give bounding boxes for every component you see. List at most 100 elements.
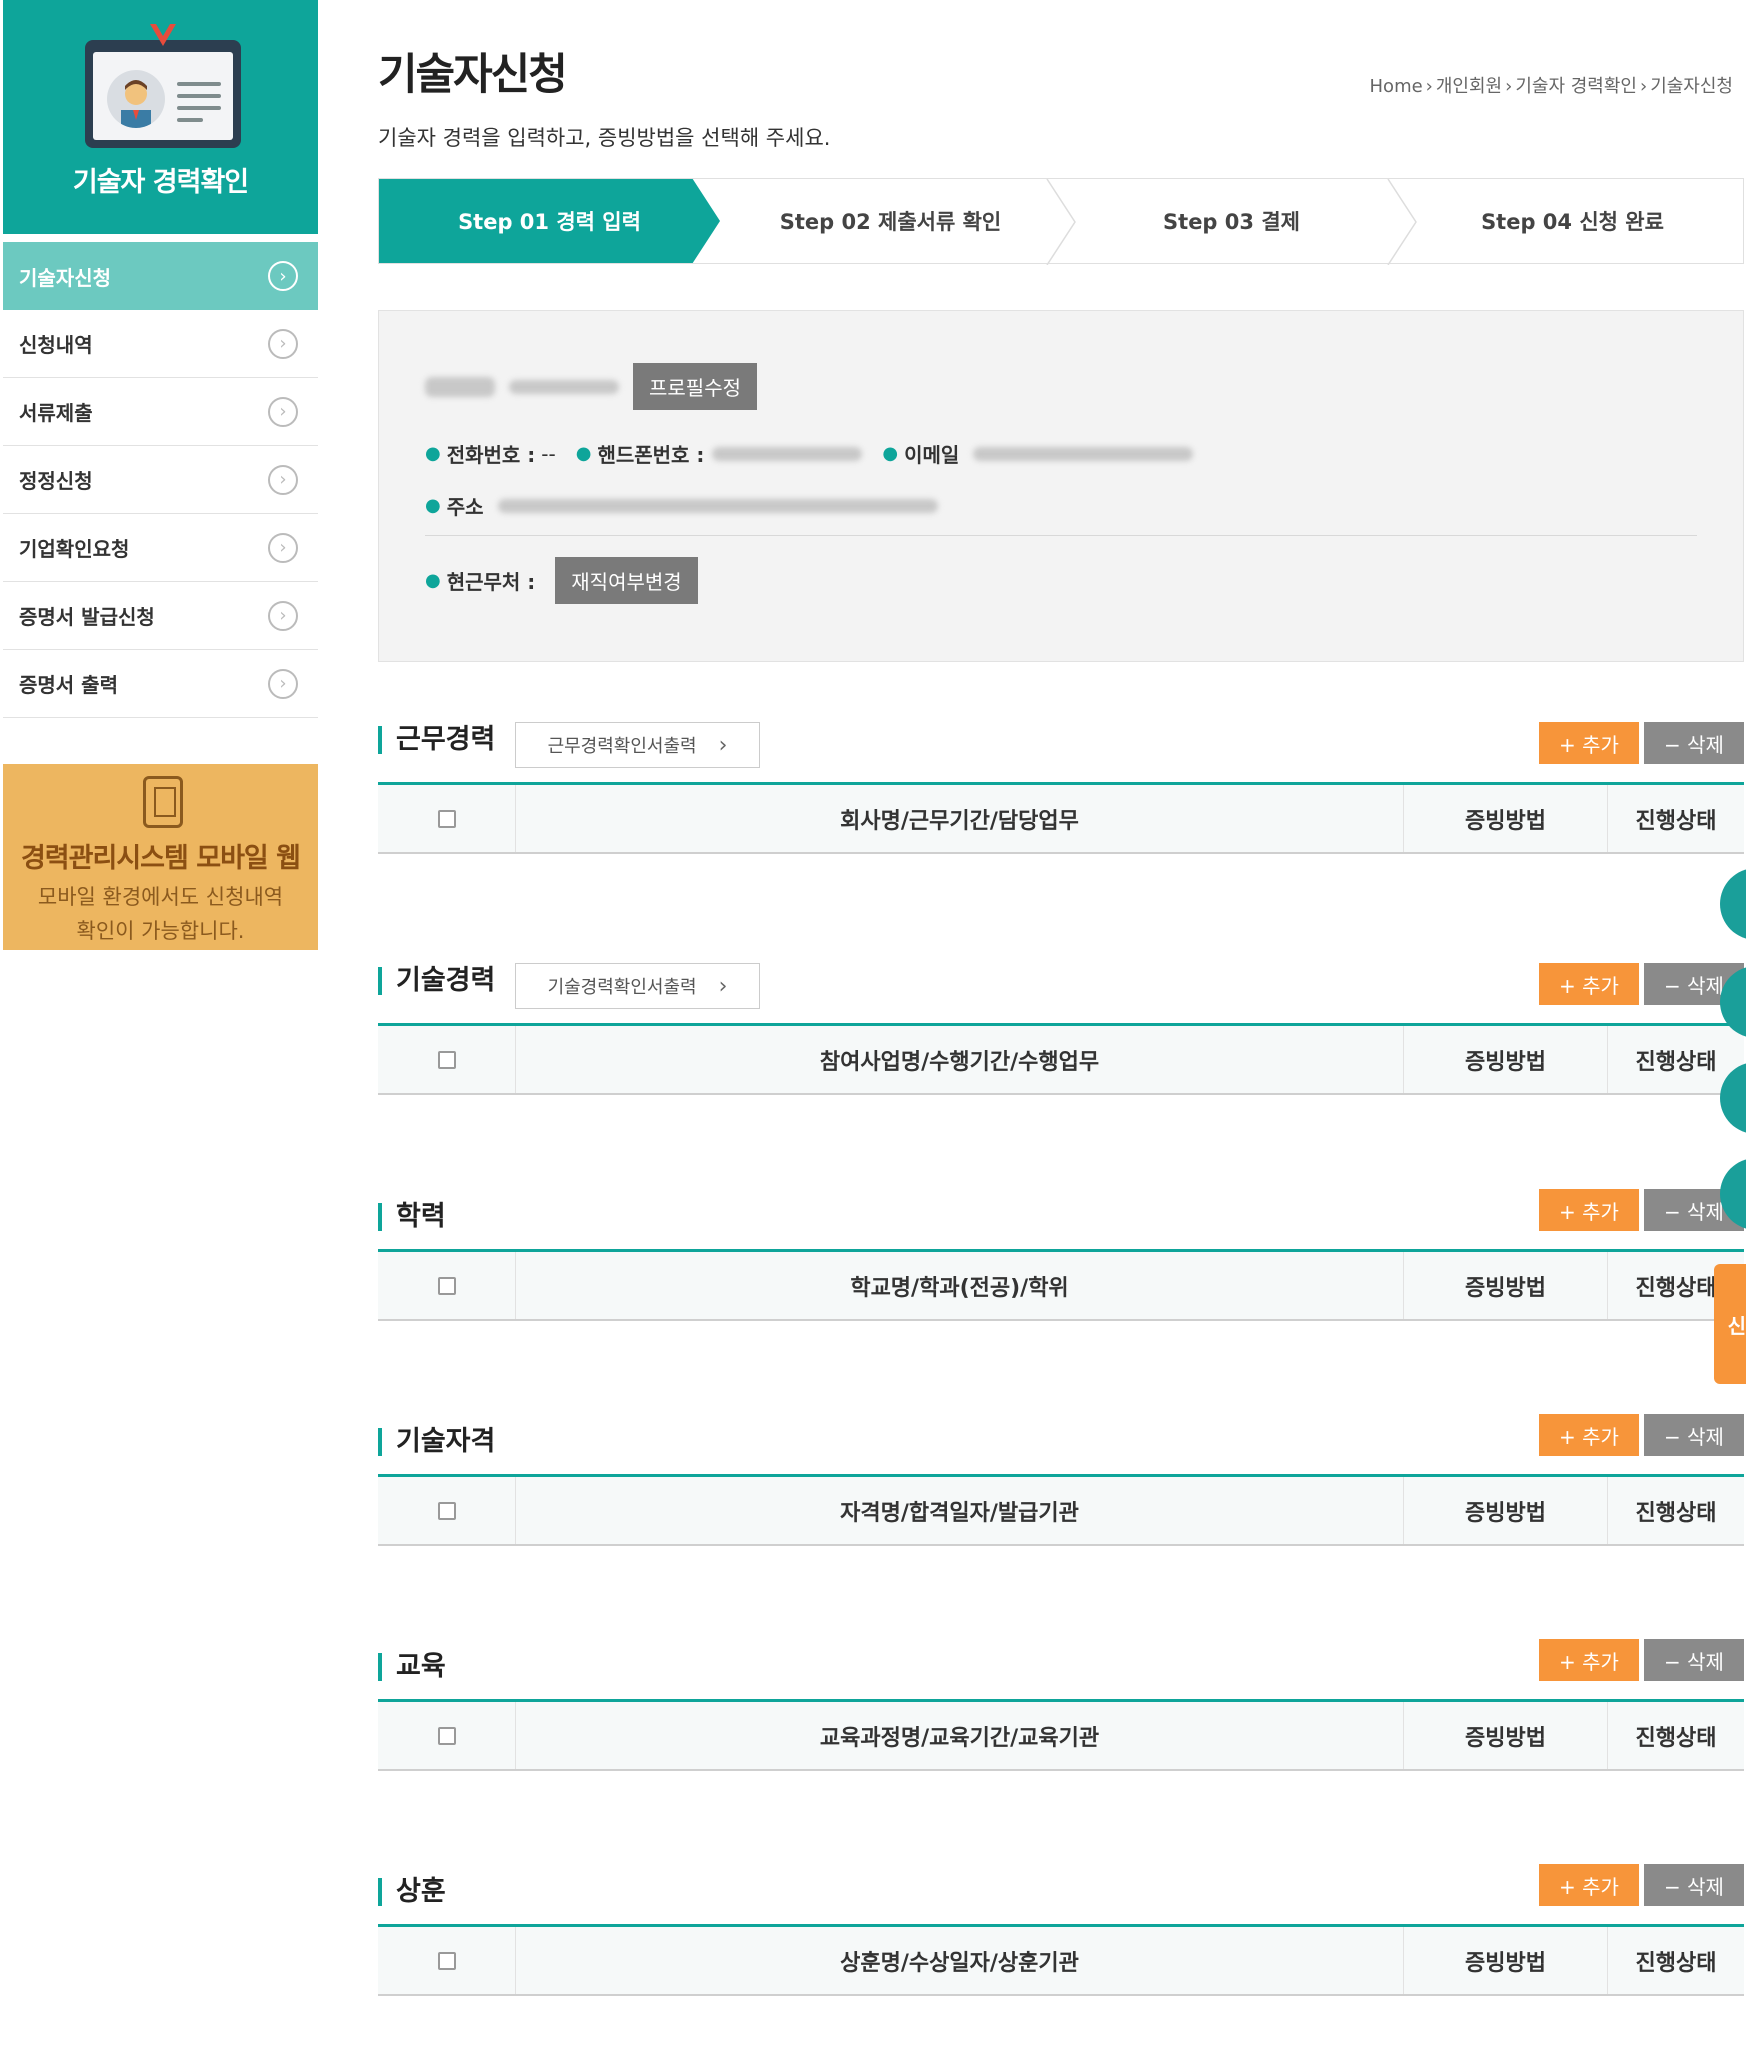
page-title: 기술자신청 xyxy=(378,50,568,100)
workplace-row: ● 현근무처 : 재직여부변경 xyxy=(425,557,698,604)
delete-button[interactable]: − 삭제 xyxy=(1644,722,1744,764)
select-all-checkbox[interactable] xyxy=(437,1726,456,1745)
profile-box: 프로필수정 ● 전화번호 : -- ● 핸드폰번호 : ● 이메일 ● 주소 ●… xyxy=(378,310,1744,662)
banner-line-2: 확인이 가능합니다. xyxy=(76,919,245,943)
add-button[interactable]: + 추가 xyxy=(1539,1189,1639,1231)
column-header: 교육과정명/교육기간/교육기관 xyxy=(516,1702,1404,1769)
chevron-right-icon: › xyxy=(268,261,298,291)
step-4: Step 04 신청 완료 xyxy=(1402,179,1743,263)
sidebar-item-technician-apply[interactable]: 기술자신청 › xyxy=(3,242,318,310)
step-label: Step 04 신청 완료 xyxy=(1481,210,1664,234)
column-header-status: 진행상태 xyxy=(1635,1950,1717,1976)
sidebar-item-application-history[interactable]: 신청내역 › xyxy=(3,310,318,378)
step-2: Step 02 제출서류 확인 xyxy=(720,179,1076,265)
column-header: 자격명/합격일자/발급기관 xyxy=(516,1477,1404,1544)
button-label: 근무경력확인서출력 xyxy=(547,736,697,757)
table-header: 교육과정명/교육기간/교육기관 증빙방법 진행상태 xyxy=(378,1699,1744,1771)
sidebar-menu: 기술자신청 › 신청내역 › 서류제출 › 정정신청 › 기업확인요청 › 증명… xyxy=(3,242,318,718)
column-header-proof: 증빙방법 xyxy=(1404,1026,1608,1093)
bullet-icon: ● xyxy=(425,443,441,464)
section-title: 상훈 xyxy=(378,1878,446,1906)
sidebar-item-company-verify[interactable]: 기업확인요청 › xyxy=(3,514,318,582)
select-all-checkbox[interactable] xyxy=(437,1951,456,1970)
section-title: 근무경력 xyxy=(378,726,495,754)
column-header-proof: 증빙방법 xyxy=(1404,785,1608,852)
column-header: 학교명/학과(전공)/학위 xyxy=(516,1252,1404,1319)
column-header-proof: 증빙방법 xyxy=(1404,1702,1608,1769)
section-title: 기술경력 xyxy=(378,967,495,995)
profile-edit-button[interactable]: 프로필수정 xyxy=(633,363,757,410)
mobile-web-banner[interactable]: 경력관리시스템 모바일 웹 모바일 환경에서도 신청내역 확인이 가능합니다. xyxy=(3,764,318,950)
quick-menu-button[interactable] xyxy=(1720,868,1746,940)
sidebar-item-certificate-print[interactable]: 증명서 출력 › xyxy=(3,650,318,718)
section-title: 기술자격 xyxy=(378,1428,495,1456)
section-education: 학력 + 추가 − 삭제 학교명/학과(전공)/학위 증빙방법 진행상태 xyxy=(378,1189,1744,1321)
banner-title: 경력관리시스템 모바일 웹 xyxy=(20,843,301,874)
floating-apply-tab[interactable]: 신 xyxy=(1714,1264,1746,1384)
table-header: 학교명/학과(전공)/학위 증빙방법 진행상태 xyxy=(378,1249,1744,1321)
breadcrumb: Home › 개인회원 › 기술자 경력확인 › 기술자신청 xyxy=(1369,76,1733,97)
sidebar-item-label: 정정신청 xyxy=(19,469,93,493)
section-tech-experience: 기술경력 기술경력확인서출력 › + 추가 − 삭제 참여사업명/수행기간/수행업… xyxy=(378,963,1744,1095)
breadcrumb-home[interactable]: Home xyxy=(1370,76,1423,97)
employment-change-button[interactable]: 재직여부변경 xyxy=(555,557,698,604)
sidebar: 기술자 경력확인 기술자신청 › 신청내역 › 서류제출 › 정정신청 › 기업… xyxy=(3,0,318,950)
redacted-birthdate xyxy=(509,379,619,394)
step-1: Step 01 경력 입력 xyxy=(379,179,720,263)
sidebar-item-label: 서류제출 xyxy=(19,401,93,425)
email-label: 이메일 xyxy=(904,443,960,467)
column-header-proof: 증빙방법 xyxy=(1404,1252,1608,1319)
sidebar-item-label: 기업확인요청 xyxy=(19,537,130,561)
select-all-checkbox[interactable] xyxy=(437,1276,456,1295)
redacted-name xyxy=(425,376,495,397)
sidebar-item-certificate-issue[interactable]: 증명서 발급신청 › xyxy=(3,582,318,650)
column-header-proof: 증빙방법 xyxy=(1404,1477,1608,1544)
add-button[interactable]: + 추가 xyxy=(1539,1864,1639,1906)
breadcrumb-item[interactable]: 기술자 경력확인 xyxy=(1515,76,1637,97)
sidebar-item-correction-request[interactable]: 정정신청 › xyxy=(3,446,318,514)
banner-line-1: 모바일 환경에서도 신청내역 xyxy=(37,885,284,909)
sidebar-item-label: 증명서 발급신청 xyxy=(19,605,155,629)
delete-button[interactable]: − 삭제 xyxy=(1644,1414,1744,1456)
bullet-icon: ● xyxy=(425,495,441,516)
section-qualification: 기술자격 + 추가 − 삭제 자격명/합격일자/발급기관 증빙방법 진행상태 xyxy=(378,1414,1744,1546)
column-header-proof: 증빙방법 xyxy=(1404,1927,1608,1994)
profile-name-row: 프로필수정 xyxy=(425,363,757,410)
sidebar-item-label: 증명서 출력 xyxy=(19,673,118,697)
chevron-right-icon: › xyxy=(268,668,298,699)
button-label: 기술경력확인서출력 xyxy=(547,977,697,998)
column-header-status: 진행상태 xyxy=(1635,1725,1717,1751)
chevron-right-icon: › xyxy=(718,973,728,999)
table-header: 상훈명/수상일자/상훈기관 증빙방법 진행상태 xyxy=(378,1924,1744,1996)
sidebar-item-document-submit[interactable]: 서류제출 › xyxy=(3,378,318,446)
phone-label: 전화번호 : xyxy=(446,443,536,467)
chevron-right-icon: › xyxy=(718,732,728,758)
add-button[interactable]: + 추가 xyxy=(1539,722,1639,764)
redacted-email xyxy=(973,446,1194,461)
print-tech-certificate-button[interactable]: 기술경력확인서출력 › xyxy=(515,963,760,1009)
chevron-right-icon: › xyxy=(268,328,298,359)
add-button[interactable]: + 추가 xyxy=(1539,1414,1639,1456)
chevron-right-icon: › xyxy=(268,464,298,495)
redacted-mobile xyxy=(712,446,863,461)
add-button[interactable]: + 추가 xyxy=(1539,1639,1639,1681)
chevron-right-icon: › xyxy=(268,396,298,427)
delete-button[interactable]: − 삭제 xyxy=(1644,1864,1744,1906)
select-all-checkbox[interactable] xyxy=(437,1050,456,1069)
step-progress: Step 01 경력 입력 Step 02 제출서류 확인 Step 03 결제… xyxy=(378,178,1744,265)
breadcrumb-item[interactable]: 개인회원 xyxy=(1436,76,1502,97)
print-work-certificate-button[interactable]: 근무경력확인서출력 › xyxy=(515,722,760,768)
chevron-right-icon: › xyxy=(268,532,298,563)
select-all-checkbox[interactable] xyxy=(437,1501,456,1520)
select-all-checkbox[interactable] xyxy=(437,809,456,828)
floating-tab-label: 신 xyxy=(1727,1313,1746,1338)
section-awards: 상훈 + 추가 − 삭제 상훈명/수상일자/상훈기관 증빙방법 진행상태 xyxy=(378,1864,1744,1996)
column-header: 참여사업명/수행기간/수행업무 xyxy=(516,1026,1404,1093)
step-3: Step 03 결제 xyxy=(1061,179,1417,265)
mobile-phone-icon xyxy=(143,776,183,828)
id-card-icon xyxy=(85,24,241,148)
delete-button[interactable]: − 삭제 xyxy=(1644,1639,1744,1681)
add-button[interactable]: + 추가 xyxy=(1539,963,1639,1005)
table-header: 회사명/근무기간/담당업무 증빙방법 진행상태 xyxy=(378,782,1744,854)
section-work-experience: 근무경력 근무경력확인서출력 › + 추가 − 삭제 회사명/근무기간/담당업무 … xyxy=(378,722,1744,854)
